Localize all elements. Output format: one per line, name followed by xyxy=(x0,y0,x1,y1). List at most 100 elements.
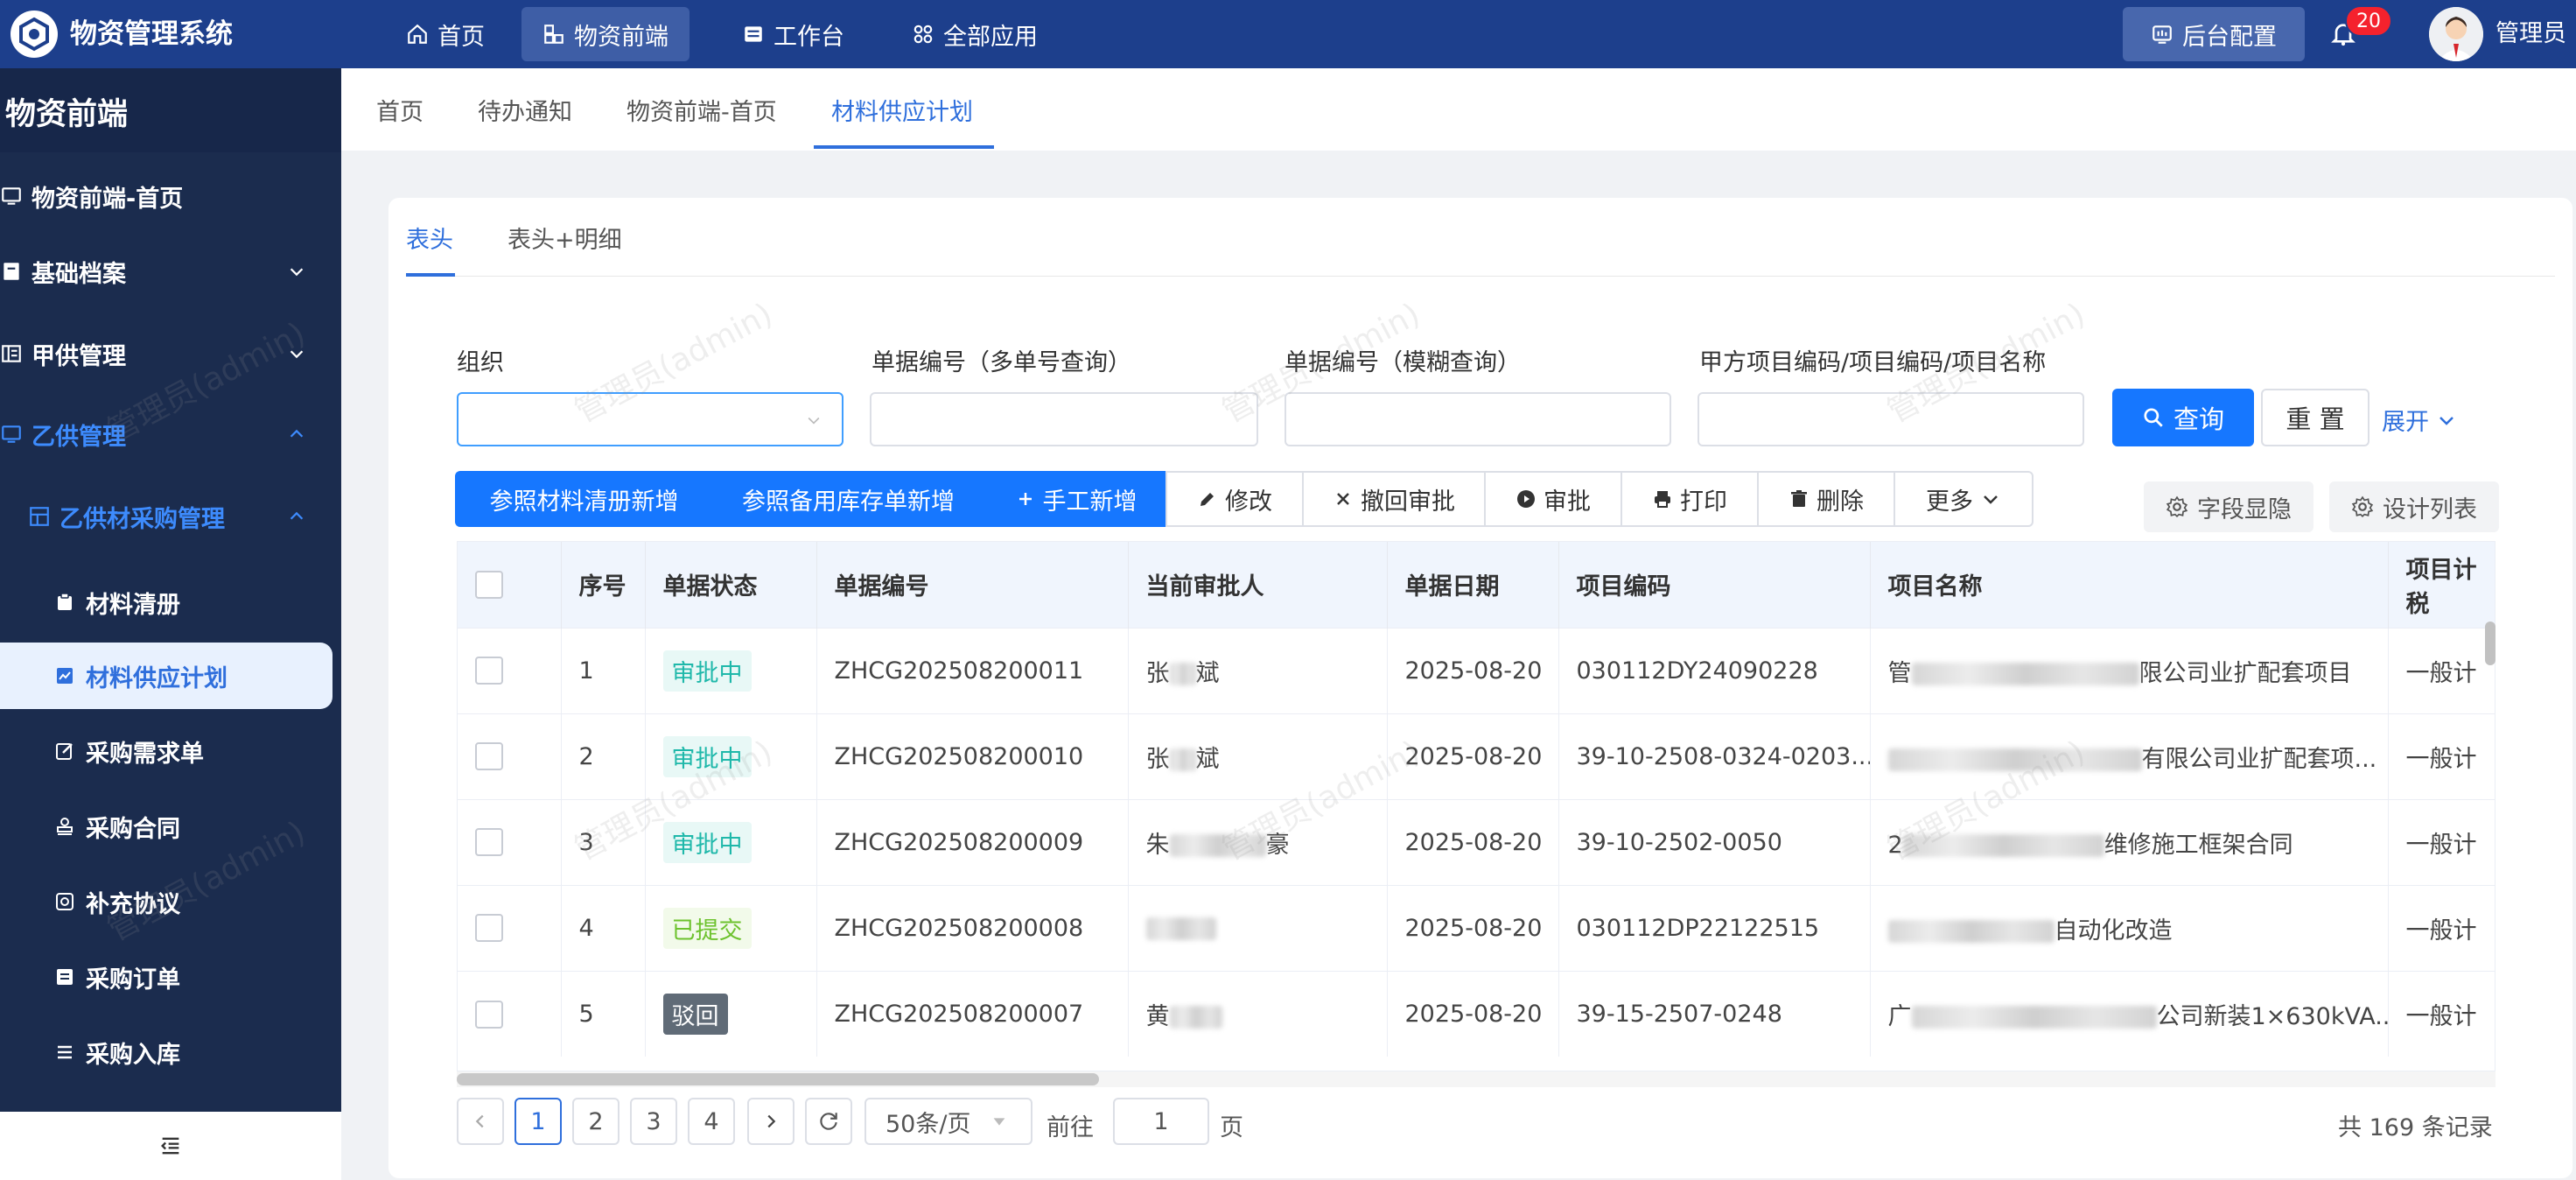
delete-button[interactable]: 删除 xyxy=(1757,471,1895,527)
nav-materials-frontend[interactable]: 物资前端 xyxy=(522,7,690,61)
design-list-button[interactable]: 设计列表 xyxy=(2329,481,2499,532)
sidebar-item-label: 乙供管理 xyxy=(32,423,126,451)
page-2[interactable]: 2 xyxy=(572,1098,620,1145)
sidebar-sub-supplementary-agreement[interactable]: 补充协议 xyxy=(0,868,332,935)
tab-header[interactable]: 表头 xyxy=(406,221,453,255)
page-1[interactable]: 1 xyxy=(514,1098,562,1145)
prev-page-button[interactable] xyxy=(457,1098,504,1145)
table-row[interactable]: 2 审批中 ZHCG202508200010 张斌 2025-08-20 39-… xyxy=(458,713,2495,799)
sidebar-sub-purchase-request[interactable]: 采购需求单 xyxy=(0,718,332,784)
cell-approver: 朱豪 xyxy=(1128,799,1388,885)
sidebar-item-frontend-home[interactable]: 物资前端-首页 xyxy=(0,165,341,227)
stamp-icon xyxy=(57,818,73,835)
nav-materials-frontend-label: 物资前端 xyxy=(574,23,668,51)
row-checkbox[interactable] xyxy=(475,828,503,857)
refresh-button[interactable] xyxy=(805,1098,852,1145)
sidebar-item-label: 乙供材采购管理 xyxy=(60,505,225,533)
sidebar-sub-supply-plan[interactable]: 材料供应计划 xyxy=(0,643,332,709)
cell-doc-no[interactable]: ZHCG202508200009 xyxy=(816,799,1129,885)
revoke-approval-button[interactable]: 撤回审批 xyxy=(1302,471,1486,527)
sidebar-sub-material-list[interactable]: 材料清册 xyxy=(0,569,332,636)
crumb-todo[interactable]: 待办通知 xyxy=(478,68,572,151)
project-input[interactable] xyxy=(1698,392,2084,446)
app-title: 物资管理系统 xyxy=(70,18,233,50)
row-checkbox[interactable] xyxy=(475,742,503,771)
page-size-select[interactable]: 50条/页 xyxy=(864,1098,1032,1145)
ref-material-list-add-button[interactable]: 参照材料清册新增 xyxy=(455,471,712,527)
expand-link-label: 展开 xyxy=(2382,409,2429,436)
col-header-doc-no: 单据编号 xyxy=(816,542,1129,628)
edit-button[interactable]: 修改 xyxy=(1166,471,1304,527)
reset-button[interactable]: 重 置 xyxy=(2261,389,2370,446)
sidebar-sub-purchase-contract[interactable]: 采购合同 xyxy=(0,793,332,860)
ref-stock-add-button[interactable]: 参照备用库存单新增 xyxy=(710,471,985,527)
row-checkbox[interactable] xyxy=(475,1000,503,1029)
next-page-button[interactable] xyxy=(747,1098,794,1145)
table-row[interactable]: 1 审批中 ZHCG202508200011 张斌 2025-08-20 030… xyxy=(458,628,2495,713)
archive-icon xyxy=(4,263,19,280)
backend-config-button[interactable]: 后台配置 xyxy=(2123,7,2305,61)
select-all-checkbox[interactable] xyxy=(475,571,503,599)
chevron-left-icon xyxy=(475,1114,484,1128)
sidebar-item-basic-archives[interactable]: 基础档案 xyxy=(0,241,341,302)
manual-add-button[interactable]: 手工新增 xyxy=(984,471,1167,527)
nav-workbench[interactable]: 工作台 xyxy=(721,7,865,61)
table-row[interactable]: 4 已提交 ZHCG202508200008 2025-08-20 030112… xyxy=(458,885,2495,971)
org-select[interactable] xyxy=(457,392,844,446)
field-display-button[interactable]: 字段显隐 xyxy=(2144,481,2314,532)
sidebar-item-party-b-procurement[interactable]: 乙供材采购管理 xyxy=(0,486,341,547)
crumb-frontend-home[interactable]: 物资前端-首页 xyxy=(626,68,777,151)
home-icon xyxy=(408,24,427,44)
cell-doc-no[interactable]: ZHCG202508200008 xyxy=(816,885,1129,971)
avatar[interactable] xyxy=(2429,7,2483,61)
caret-down-icon xyxy=(994,1118,1005,1126)
row-checkbox[interactable] xyxy=(475,914,503,943)
crumb-active-indicator xyxy=(814,145,994,149)
approver-visible-part: 豪 xyxy=(1265,831,1290,859)
tab-active-indicator xyxy=(406,273,455,277)
horizontal-scrollbar[interactable] xyxy=(457,1073,1099,1085)
page-4[interactable]: 4 xyxy=(688,1098,735,1145)
cell-project-code: 39-15-2507-0248 xyxy=(1558,971,1871,1057)
cell-doc-no[interactable]: ZHCG202508200007 xyxy=(816,971,1129,1057)
table-row[interactable]: 3 审批中 ZHCG202508200009 朱豪 2025-08-20 39-… xyxy=(458,799,2495,885)
crumb-supply-plan[interactable]: 材料供应计划 xyxy=(831,68,973,151)
cell-project-name: 有限公司业扩配套项... xyxy=(1870,713,2389,799)
tab-header-detail[interactable]: 表头+明细 xyxy=(508,221,622,255)
doc-no-multi-input[interactable] xyxy=(870,392,1258,446)
row-checkbox[interactable] xyxy=(475,657,503,685)
sidebar-collapse-toggle[interactable] xyxy=(0,1112,341,1180)
sidebar-sub-label: 采购需求单 xyxy=(86,740,204,768)
approve-button[interactable]: 审批 xyxy=(1484,471,1622,527)
crumb-home[interactable]: 首页 xyxy=(376,68,424,151)
chevron-up-icon xyxy=(290,429,304,438)
edit-label: 修改 xyxy=(1225,488,1272,516)
goto-page-input[interactable]: 1 xyxy=(1113,1098,1209,1145)
cell-doc-no[interactable]: ZHCG202508200011 xyxy=(816,628,1129,713)
doc-no-fuzzy-input[interactable] xyxy=(1284,392,1671,446)
sidebar-item-party-b[interactable]: 乙供管理 xyxy=(0,404,341,465)
sidebar-item-party-a[interactable]: 甲供管理 xyxy=(0,323,341,384)
cell-doc-no[interactable]: ZHCG202508200010 xyxy=(816,713,1129,799)
nav-all-apps[interactable]: 全部应用 xyxy=(891,7,1059,61)
search-button[interactable]: 查询 xyxy=(2112,389,2254,446)
cell-no: 1 xyxy=(561,628,646,713)
chart-icon xyxy=(57,668,73,684)
apps-icon xyxy=(914,25,933,44)
more-button[interactable]: 更多 xyxy=(1894,471,2034,527)
page-3[interactable]: 3 xyxy=(630,1098,677,1145)
table-row[interactable]: 5 驳回 ZHCG202508200007 黄 2025-08-20 39-15… xyxy=(458,971,2495,1057)
revoke-label: 撤回审批 xyxy=(1361,488,1455,516)
sidebar-sub-purchase-inbound[interactable]: 采购入库 xyxy=(0,1019,332,1085)
refresh-icon xyxy=(820,1113,837,1130)
expand-link[interactable]: 展开 xyxy=(2382,403,2457,437)
settings-panel-icon xyxy=(2152,25,2172,44)
nav-home[interactable]: 首页 xyxy=(385,7,506,61)
sidebar-sub-label: 材料供应计划 xyxy=(86,664,228,692)
sidebar-sub-purchase-order[interactable]: 采购订单 xyxy=(0,944,332,1010)
chevron-down-icon xyxy=(1984,495,1998,504)
page-size-value: 50条/页 xyxy=(886,1110,971,1138)
user-name[interactable]: 管理员 xyxy=(2496,18,2566,51)
vertical-scrollbar[interactable] xyxy=(2485,622,2496,665)
print-button[interactable]: 打印 xyxy=(1620,471,1759,527)
